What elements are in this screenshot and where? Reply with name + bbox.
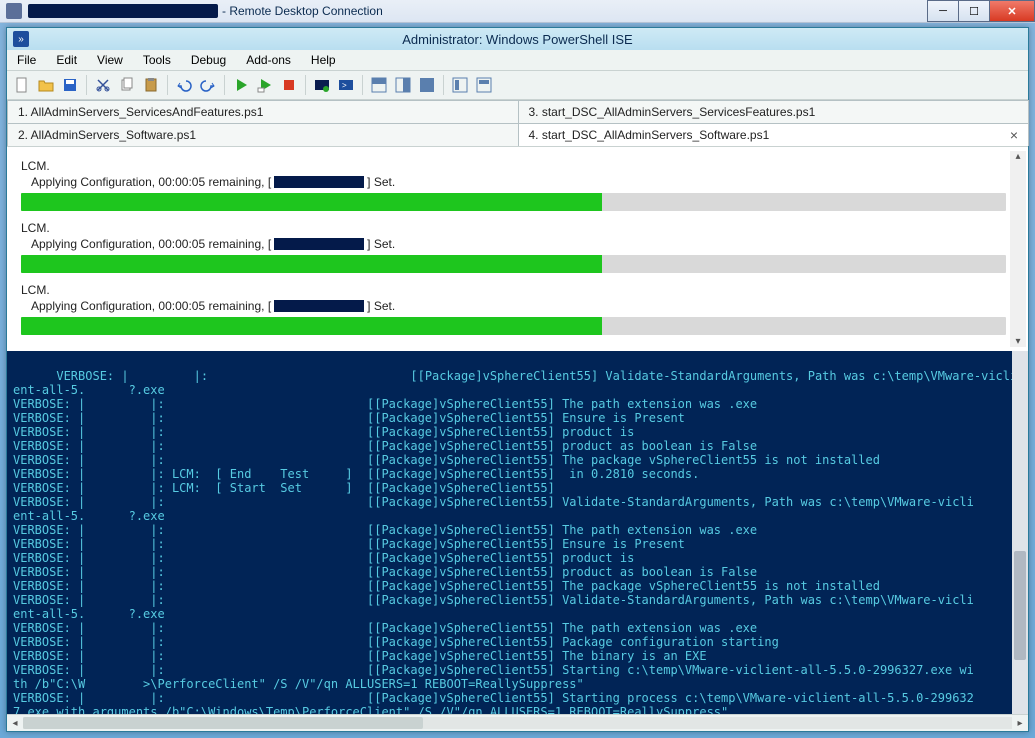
tab-label: 4. start_DSC_AllAdminServers_Software.ps… bbox=[529, 128, 770, 142]
progress-block: LCM. Applying Configuration, 00:00:05 rem… bbox=[21, 221, 1006, 273]
scrollbar-thumb[interactable] bbox=[1014, 551, 1026, 660]
separator bbox=[86, 75, 87, 95]
tab-4[interactable]: 4. start_DSC_AllAdminServers_Software.ps… bbox=[518, 123, 1030, 146]
progress-status-suffix: ] Set. bbox=[367, 237, 395, 251]
start-powershell-icon[interactable]: > bbox=[335, 74, 357, 96]
copy-icon[interactable] bbox=[116, 74, 138, 96]
progress-target-redacted bbox=[274, 300, 364, 312]
progress-title: LCM. bbox=[21, 159, 1006, 173]
menu-help[interactable]: Help bbox=[301, 50, 346, 70]
scroll-right-icon[interactable]: ▸ bbox=[1012, 715, 1028, 731]
progress-status-suffix: ] Set. bbox=[367, 175, 395, 189]
rdc-window: - Remote Desktop Connection ─ ☐ ✕ » Admi… bbox=[0, 0, 1035, 738]
new-file-icon[interactable] bbox=[11, 74, 33, 96]
script-tab-strip: 1. AllAdminServers_ServicesAndFeatures.p… bbox=[7, 100, 1028, 146]
save-icon[interactable] bbox=[59, 74, 81, 96]
progress-block: LCM. Applying Configuration, 00:00:05 rem… bbox=[21, 159, 1006, 211]
menu-edit[interactable]: Edit bbox=[46, 50, 87, 70]
progress-scrollbar[interactable]: ▴ ▾ bbox=[1010, 151, 1026, 347]
progress-status-suffix: ] Set. bbox=[367, 299, 395, 313]
powershell-ise-window: » Administrator: Windows PowerShell ISE … bbox=[6, 27, 1029, 732]
new-remote-tab-icon[interactable] bbox=[311, 74, 333, 96]
progress-target-redacted bbox=[274, 238, 364, 250]
rdc-hostname-redacted bbox=[28, 4, 218, 18]
tab-label: 3. start_DSC_AllAdminServers_ServicesFea… bbox=[529, 105, 816, 119]
scroll-left-icon[interactable]: ◂ bbox=[7, 715, 23, 731]
tab-label: 1. AllAdminServers_ServicesAndFeatures.p… bbox=[18, 105, 263, 119]
menu-view[interactable]: View bbox=[87, 50, 133, 70]
open-file-icon[interactable] bbox=[35, 74, 57, 96]
menu-addons[interactable]: Add-ons bbox=[236, 50, 301, 70]
tool-bar: > bbox=[7, 71, 1028, 100]
show-command-addon-icon[interactable] bbox=[449, 74, 471, 96]
progress-pane: LCM. Applying Configuration, 00:00:05 rem… bbox=[7, 146, 1028, 351]
maximize-button[interactable]: ☐ bbox=[958, 0, 990, 22]
show-script-pane-top-icon[interactable] bbox=[368, 74, 390, 96]
progress-fill bbox=[21, 193, 602, 211]
menu-tools[interactable]: Tools bbox=[133, 50, 181, 70]
show-script-pane-right-icon[interactable] bbox=[392, 74, 414, 96]
progress-title: LCM. bbox=[21, 221, 1006, 235]
menu-bar: File Edit View Tools Debug Add-ons Help bbox=[7, 50, 1028, 71]
progress-fill bbox=[21, 255, 602, 273]
close-button[interactable]: ✕ bbox=[989, 0, 1035, 22]
window-controls: ─ ☐ ✕ bbox=[928, 0, 1035, 22]
show-script-pane-max-icon[interactable] bbox=[416, 74, 438, 96]
tab-1[interactable]: 1. AllAdminServers_ServicesAndFeatures.p… bbox=[7, 100, 519, 123]
ise-title-bar: » Administrator: Windows PowerShell ISE bbox=[7, 28, 1028, 50]
separator bbox=[443, 75, 444, 95]
scroll-down-icon[interactable]: ▾ bbox=[1015, 336, 1020, 347]
progress-status: Applying Configuration, 00:00:05 remaini… bbox=[31, 299, 1006, 313]
horizontal-scrollbar[interactable]: ◂ ▸ bbox=[7, 714, 1028, 731]
separator bbox=[167, 75, 168, 95]
minimize-button[interactable]: ─ bbox=[927, 0, 959, 22]
tab-3[interactable]: 3. start_DSC_AllAdminServers_ServicesFea… bbox=[518, 100, 1030, 123]
progress-status: Applying Configuration, 00:00:05 remaini… bbox=[31, 237, 1006, 251]
progress-status-prefix: Applying Configuration, 00:00:05 remaini… bbox=[31, 299, 271, 313]
progress-status-prefix: Applying Configuration, 00:00:05 remaini… bbox=[31, 175, 271, 189]
scrollbar-thumb[interactable] bbox=[23, 717, 423, 729]
console-output: VERBOSE: | |: [[Package]vSphereClient55]… bbox=[13, 369, 1017, 714]
progress-bar bbox=[21, 255, 1006, 273]
svg-text:>: > bbox=[342, 81, 347, 90]
rdc-sysmenu-icon[interactable] bbox=[6, 3, 22, 19]
tab-2[interactable]: 2. AllAdminServers_Software.ps1 bbox=[7, 123, 519, 146]
progress-target-redacted bbox=[274, 176, 364, 188]
progress-bar bbox=[21, 193, 1006, 211]
show-command-window-icon[interactable] bbox=[473, 74, 495, 96]
tab-label: 2. AllAdminServers_Software.ps1 bbox=[18, 128, 196, 142]
scroll-up-icon[interactable]: ▴ bbox=[1015, 151, 1020, 162]
run-icon[interactable] bbox=[230, 74, 252, 96]
close-tab-icon[interactable]: × bbox=[1010, 129, 1018, 141]
cut-icon[interactable] bbox=[92, 74, 114, 96]
stop-icon[interactable] bbox=[278, 74, 300, 96]
run-selection-icon[interactable] bbox=[254, 74, 276, 96]
console-vertical-scrollbar[interactable] bbox=[1012, 351, 1028, 714]
redo-icon[interactable] bbox=[197, 74, 219, 96]
console-pane[interactable]: VERBOSE: | |: [[Package]vSphereClient55]… bbox=[7, 351, 1028, 714]
progress-fill bbox=[21, 317, 602, 335]
menu-file[interactable]: File bbox=[7, 50, 46, 70]
rdc-title-text: - Remote Desktop Connection bbox=[222, 4, 1029, 18]
progress-bar bbox=[21, 317, 1006, 335]
separator bbox=[224, 75, 225, 95]
progress-title: LCM. bbox=[21, 283, 1006, 297]
ise-title-text: Administrator: Windows PowerShell ISE bbox=[7, 32, 1028, 47]
progress-block: LCM. Applying Configuration, 00:00:05 rem… bbox=[21, 283, 1006, 335]
paste-icon[interactable] bbox=[140, 74, 162, 96]
progress-status-prefix: Applying Configuration, 00:00:05 remaini… bbox=[31, 237, 271, 251]
undo-icon[interactable] bbox=[173, 74, 195, 96]
progress-status: Applying Configuration, 00:00:05 remaini… bbox=[31, 175, 1006, 189]
separator bbox=[305, 75, 306, 95]
menu-debug[interactable]: Debug bbox=[181, 50, 236, 70]
rdc-title-bar: - Remote Desktop Connection ─ ☐ ✕ bbox=[0, 0, 1035, 23]
separator bbox=[362, 75, 363, 95]
